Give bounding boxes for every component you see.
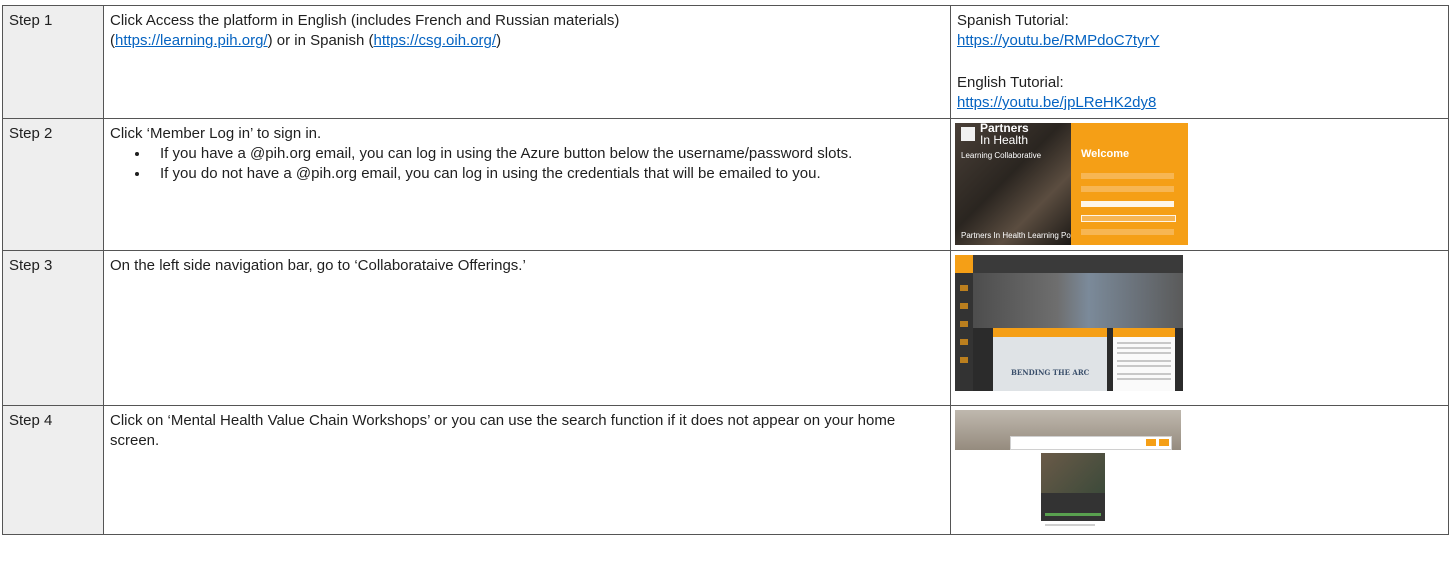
spanish-tutorial-label: Spanish Tutorial:: [957, 12, 1069, 29]
featured-card: BENDING THE ARC: [993, 328, 1107, 391]
spanish-platform-link[interactable]: https://csg.oih.org/: [373, 32, 496, 49]
step-label: Step 1: [2, 5, 104, 119]
english-platform-link[interactable]: https://learning.pih.org/: [115, 32, 268, 49]
portal-header: [973, 255, 1183, 273]
collaborative-label: Learning Collaborative: [961, 151, 1042, 160]
side-navigation: [955, 255, 973, 391]
screenshot-cell: Partners In Health Learning Collaborativ…: [950, 118, 1449, 251]
paren-close: ): [496, 32, 502, 49]
screenshot-cell: [950, 405, 1449, 535]
card-title: BENDING THE ARC: [1011, 368, 1090, 377]
list-item: If you do not have a @pih.org email, you…: [150, 164, 944, 184]
welcome-heading: Welcome: [1081, 148, 1130, 160]
table-row: Step 2 Click ‘Member Log in’ to sign in.…: [2, 118, 1449, 251]
table-row: Step 4 Click on ‘Mental Health Value Cha…: [2, 405, 1449, 535]
welcome-card: [1113, 328, 1175, 391]
username-field: [1081, 173, 1174, 179]
list-item: If you have a @pih.org email, you can lo…: [150, 144, 944, 164]
logo-line: In Health: [980, 133, 1029, 147]
step-label: Step 2: [2, 118, 104, 251]
step-description: Click on ‘Mental Health Value Chain Work…: [103, 405, 951, 535]
login-screenshot: Partners In Health Learning Collaborativ…: [955, 123, 1188, 245]
step-text: On the left side navigation bar, go to ‘…: [110, 257, 526, 274]
spanish-tutorial-link[interactable]: https://youtu.be/RMPdoC7tyrY: [957, 31, 1442, 51]
table-row: Step 3 On the left side navigation bar, …: [2, 250, 1449, 406]
login-panel: Welcome: [1071, 123, 1188, 245]
step-description: Click Access the platform in English (in…: [103, 5, 951, 119]
step-text: Click ‘Member Log in’ to sign in.: [110, 125, 322, 142]
search-bar: [1010, 436, 1172, 450]
reset-button: [1081, 215, 1176, 222]
step-text: Click Access the platform in English (in…: [110, 12, 620, 29]
english-tutorial-label: English Tutorial:: [957, 74, 1064, 91]
login-button: [1081, 201, 1174, 207]
step-label: Step 3: [2, 250, 104, 406]
screenshot-cell: BENDING THE ARC: [950, 250, 1449, 406]
pih-logo-icon: [961, 127, 975, 141]
table-row: Step 1 Click Access the platform in Engl…: [2, 5, 1449, 119]
password-field: [1081, 186, 1174, 192]
english-tutorial-link[interactable]: https://youtu.be/jpLReHK2dy8: [957, 93, 1442, 113]
hero-banner: [973, 273, 1183, 328]
step-bullets: If you have a @pih.org email, you can lo…: [110, 144, 944, 184]
search-screenshot: [955, 410, 1181, 529]
step-text: Click on ‘Mental Health Value Chain Work…: [110, 412, 896, 449]
azure-button: [1081, 229, 1174, 235]
navigation-screenshot: BENDING THE ARC: [955, 255, 1183, 391]
workshop-card: [1041, 453, 1105, 521]
steps-table: Step 1 Click Access the platform in Engl…: [2, 5, 1449, 535]
link-separator: ) or in Spanish (: [267, 32, 374, 49]
step-description: On the left side navigation bar, go to ‘…: [103, 250, 951, 406]
step-label: Step 4: [2, 405, 104, 535]
step-description: Click ‘Member Log in’ to sign in. If you…: [103, 118, 951, 251]
portal-name: Partners In Health Learning Portal: [961, 231, 1082, 240]
tutorial-cell: Spanish Tutorial: https://youtu.be/RMPdo…: [950, 5, 1449, 119]
